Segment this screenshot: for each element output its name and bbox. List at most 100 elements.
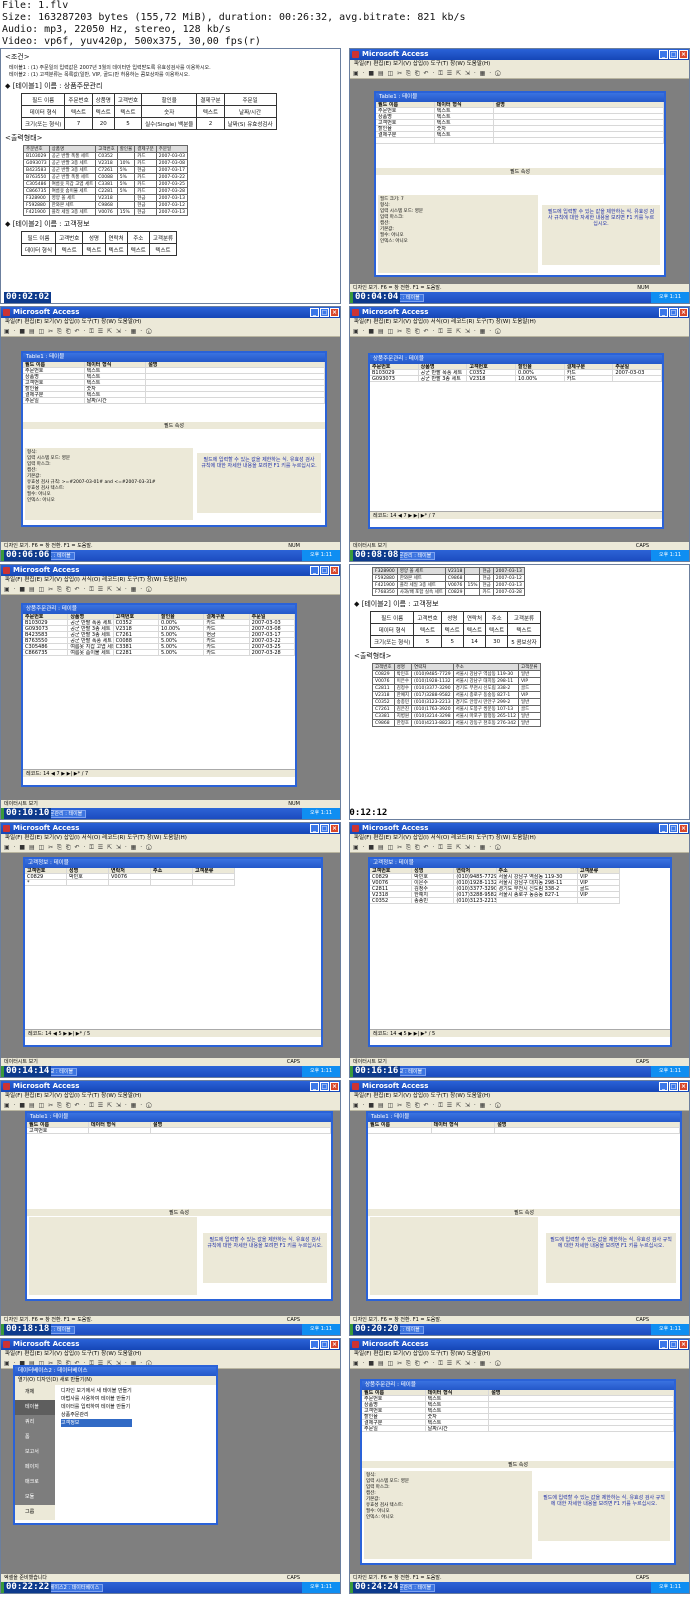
field-properties[interactable]: 형식: 입력 시스템 모드: 영문 입력 마스크: 캡션: 기본값: 유효성 검사 텍스트…	[364, 1471, 532, 1559]
minimize-button[interactable]: _	[659, 308, 668, 317]
datasheet-grid[interactable]: 고객번호 성명 연락처 주소 고객분류 C0829 박민호 (010)9485-7729 서울…	[370, 868, 621, 904]
sidebar-item-queries[interactable]: 쿼리	[15, 1415, 55, 1430]
toolbar[interactable]: ▣ · ■ ▤ ◫ ✂ ⎘ ⎗ ↶ · ⚿ ☰ ⇱ ⇲ · ▦ · ⓘ	[350, 843, 689, 853]
database-window[interactable]: 데이터베이스2 : 데이터베이스 열기(O) 디자인(D) 새로 만들기(N) …	[13, 1365, 218, 1525]
field-properties[interactable]: 형식: 입력 시스템 모드: 영문 입력 마스크: 캡션: 기본값: 유효성 검사 규칙:…	[25, 448, 193, 520]
field-properties[interactable]	[29, 1217, 197, 1295]
table1-design-window[interactable]: Table1 : 테이블 필드 이름 데이터 형식 설명 주문번호 텍스트 상품명 텍스…	[21, 351, 327, 527]
minimize-button[interactable]: _	[310, 566, 319, 575]
order-datasheet-window[interactable]: 상품주문관리 : 테이블 주문번호 상품명 고객번호 할인율 결제구분 주문일 B1030…	[368, 353, 664, 529]
toolbar[interactable]: ▣ · ■ ▤ ◫ ✂ ⎘ ⎗ ↶ · ⚿ ☰ ⇱ ⇲ · ▦ · ⓘ	[350, 1359, 689, 1369]
timestamp: 00:02:02	[4, 292, 52, 303]
field-grid[interactable]: 필드 이름 데이터 형식 설명 주문번호 텍스트 상품명 텍스트 고객번호 텍스트 할인율…	[362, 1390, 674, 1432]
sidebar-item-forms[interactable]: 폼	[15, 1430, 55, 1445]
record-navigator[interactable]: 레코드: 14 ◀ 5 ▶ ▶| ▶* / 5	[370, 1029, 670, 1037]
list-item[interactable]: 마법사를 사용하여 테이블 만들기	[61, 1395, 132, 1403]
toolbar[interactable]: ▣ · ■ ▤ ◫ ✂ ⎘ ⎗ ↶ · ⚿ ☰ ⇱ ⇲ · ▦ · ⓘ	[350, 69, 689, 79]
access-icon	[3, 1341, 10, 1348]
record-navigator[interactable]: 레코드: 14 ◀ 7 ▶ ▶| ▶* / 7	[23, 769, 295, 777]
datasheet-grid[interactable]: 고객번호 성명 연락처 주소 고객분류 C0829 박민호 V0076 *	[25, 868, 235, 886]
record-navigator[interactable]: 레코드: 14 ◀ 5 ▶ ▶| ▶* / 5	[25, 1029, 321, 1037]
list-item[interactable]: 디자인 보기에서 새 테이블 만들기	[61, 1387, 132, 1395]
toolbar[interactable]: ▣ · ■ ▤ ◫ ✂ ⎘ ⎗ ↶ · ⚿ ☰ ⇱ ⇲ · ▦ · ⓘ	[350, 327, 689, 337]
minimize-button[interactable]: _	[310, 1082, 319, 1091]
minimize-button[interactable]: _	[659, 50, 668, 59]
thumbnail-frame-6: F328900 영양 올 세트 V2318 현금 2007-03-13 F592880 한…	[349, 564, 690, 820]
menu-bar[interactable]: 파일(F) 편집(E) 보기(V) 삽입(I) 도구(T) 창(W) 도움말(H…	[350, 1092, 689, 1101]
minimize-button[interactable]: _	[310, 824, 319, 833]
menu-bar[interactable]: 파일(F) 편집(E) 보기(V) 삽입(I) 도구(T) 창(W) 도움말(H…	[1, 1092, 340, 1101]
maximize-button[interactable]: □	[669, 50, 678, 59]
menu-bar[interactable]: 파일(F) 편집(E) 보기(V) 삽입(I) 서식(O) 레코드(R) 도구(…	[350, 834, 689, 843]
close-button[interactable]: ×	[330, 1082, 339, 1091]
toolbar[interactable]: ▣ · ■ ▤ ◫ ✂ ⎘ ⎗ ↶ · ⚿ ☰ ⇱ ⇲ · ▦ · ⓘ	[1, 585, 340, 595]
minimize-button[interactable]: _	[659, 824, 668, 833]
minimize-button[interactable]: _	[659, 1340, 668, 1349]
toolbar[interactable]: ▣ · ■ ▤ ◫ ✂ ⎘ ⎗ ↶ · ⚿ ☰ ⇱ ⇲ · ▦ · ⓘ	[1, 1101, 340, 1111]
thumbnail-frame-9: Microsoft Access _ □ × 파일(F) 편집(E) 보기(V) 삽입…	[0, 1080, 341, 1336]
list-item[interactable]: 데이터를 입력하여 테이블 만들기	[61, 1403, 132, 1411]
close-button[interactable]: ×	[330, 308, 339, 317]
maximize-button[interactable]: □	[669, 1082, 678, 1091]
close-button[interactable]: ×	[330, 824, 339, 833]
close-button[interactable]: ×	[679, 1340, 688, 1349]
datasheet-grid[interactable]: 주문번호 상품명 고객번호 할인율 결제구분 주문일 B103029 공군 반팔 폭풍 세트…	[23, 614, 295, 656]
close-button[interactable]: ×	[679, 50, 688, 59]
toolbar[interactable]: ▣ · ■ ▤ ◫ ✂ ⎘ ⎗ ↶ · ⚿ ☰ ⇱ ⇲ · ▦ · ⓘ	[1, 327, 340, 337]
list-item[interactable]: 고객정보	[61, 1419, 132, 1427]
field-grid[interactable]: 필드 이름 데이터 형식 설명	[368, 1122, 680, 1134]
maximize-button[interactable]: □	[320, 308, 329, 317]
maximize-button[interactable]: □	[669, 1340, 678, 1349]
menu-bar[interactable]: 파일(F) 편집(E) 보기(V) 삽입(I) 도구(T) 창(W) 도움말(H…	[350, 60, 689, 69]
close-button[interactable]: ×	[330, 566, 339, 575]
menu-bar[interactable]: 파일(F) 편집(E) 보기(V) 삽입(I) 서식(O) 레코드(R) 도구(…	[350, 318, 689, 327]
list-item[interactable]: 상품주문관리	[61, 1411, 132, 1419]
minimize-button[interactable]: _	[310, 308, 319, 317]
record-navigator[interactable]: 레코드: 14 ◀ 7 ▶ ▶| ▶* / 7	[370, 511, 662, 519]
close-button[interactable]: ×	[679, 308, 688, 317]
toolbar[interactable]: ▣ · ■ ▤ ◫ ✂ ⎘ ⎗ ↶ · ⚿ ☰ ⇱ ⇲ · ▦ · ⓘ	[350, 1101, 689, 1111]
table1-design-window[interactable]: Table1 : 테이블 필드 이름 데이터 형식 설명 필드 속성 필드에 입력할…	[366, 1111, 682, 1301]
maximize-button[interactable]: □	[320, 1340, 329, 1349]
datasheet-grid[interactable]: 주문번호 상품명 고객번호 할인율 결제구분 주문일 B103029 공군 반팔 폭풍 세트…	[370, 364, 663, 382]
maximize-button[interactable]: □	[320, 566, 329, 575]
field-properties[interactable]	[370, 1217, 538, 1295]
object-list[interactable]: 디자인 보기에서 새 테이블 만들기 마법사를 사용하여 테이블 만들기 데이터…	[61, 1387, 132, 1427]
table1-design-window[interactable]: Table1 : 테이블 필드 이름 데이터 형식 설명 주문번호 텍스트 상품명 텍스…	[374, 91, 666, 277]
menu-bar[interactable]: 파일(F) 편집(E) 보기(V) 삽입(I) 도구(T) 창(W) 도움말(H…	[1, 1350, 340, 1359]
property-hint: 필드에 입력할 수 있는 값을 제한하는 식. 유효성 검사 규칙에 대한 자세…	[542, 205, 660, 265]
close-button[interactable]: ×	[679, 824, 688, 833]
minimize-button[interactable]: _	[659, 1082, 668, 1091]
maximize-button[interactable]: □	[669, 308, 678, 317]
field-grid[interactable]: 필드 이름 데이터 형식 설명 주문번호 텍스트 상품명 텍스트 고객번호 텍스트 할인율…	[376, 102, 664, 144]
menu-bar[interactable]: 파일(F) 편집(E) 보기(V) 삽입(I) 도구(T) 창(W) 도움말(H…	[350, 1350, 689, 1359]
field-grid[interactable]: 필드 이름 데이터 형식 설명 주문번호 텍스트 상품명 텍스트 고객번호 텍스트 할인율…	[23, 362, 325, 404]
sidebar-item-pages[interactable]: 페이지	[15, 1460, 55, 1475]
customer-datasheet-window[interactable]: 고객정보 : 테이블 고객번호 성명 연락처 주소 고객분류 C0829 박민호 V0076…	[23, 857, 323, 1047]
sidebar-item-macros[interactable]: 매크로	[15, 1475, 55, 1490]
sidebar-item-tables[interactable]: 테이블	[15, 1400, 55, 1415]
system-tray: 오후 1:11	[651, 550, 689, 561]
order-datasheet-window[interactable]: 상품주문관리 : 테이블 주문번호 상품명 고객번호 할인율 결제구분 주문일 B1030…	[21, 603, 297, 787]
maximize-button[interactable]: □	[669, 824, 678, 833]
sidebar-item-reports[interactable]: 보고서	[15, 1445, 55, 1460]
customer-datasheet-window[interactable]: 고객정보 : 테이블 고객번호 성명 연락처 주소 고객분류 C0829 박민호 (010)…	[368, 857, 672, 1047]
toolbar[interactable]: ▣ · ■ ▤ ◫ ✂ ⎘ ⎗ ↶ · ⚿ ☰ ⇱ ⇲ · ▦ · ⓘ	[1, 843, 340, 853]
object-sidebar[interactable]: 개체 테이블 쿼리 폼 보고서 페이지 매크로 모듈 그룹	[15, 1385, 55, 1520]
menu-bar[interactable]: 파일(F) 편집(E) 보기(V) 삽입(I) 서식(O) 레코드(R) 도구(…	[1, 834, 340, 843]
maximize-button[interactable]: □	[320, 1082, 329, 1091]
close-button[interactable]: ×	[330, 1340, 339, 1349]
table1-design-window[interactable]: Table1 : 테이블 필드 이름 데이터 형식 설명 고객번호 필드 속성 필드…	[25, 1111, 333, 1301]
database-toolbar[interactable]: 열기(O) 디자인(D) 새로 만들기(N)	[15, 1376, 216, 1385]
minimize-button[interactable]: _	[310, 1340, 319, 1349]
menu-bar[interactable]: 파일(F) 편집(E) 보기(V) 삽입(I) 서식(O) 레코드(R) 도구(…	[1, 576, 340, 585]
menu-bar[interactable]: 파일(F) 편집(E) 보기(V) 삽입(I) 도구(T) 창(W) 도움말(H…	[1, 318, 340, 327]
maximize-button[interactable]: □	[320, 824, 329, 833]
sidebar-item-modules[interactable]: 모듈	[15, 1490, 55, 1505]
field-grid[interactable]: 필드 이름 데이터 형식 설명 고객번호	[27, 1122, 331, 1134]
order-design-window[interactable]: 상품주문관리 : 테이블 필드 이름 데이터 형식 설명 주문번호 텍스트 상품명 텍스…	[360, 1379, 676, 1565]
file-info-header: File: 1.flv Size: 163287203 bytes (155,7…	[2, 0, 692, 48]
status-bar: 데이터시트 보기 CAPS	[350, 542, 689, 550]
field-properties[interactable]: 필드 크기: 7 형식: 입력 시스템 모드: 영문 입력 마스크: 캡션: 기본값: 필수…	[378, 195, 538, 273]
close-button[interactable]: ×	[679, 1082, 688, 1091]
